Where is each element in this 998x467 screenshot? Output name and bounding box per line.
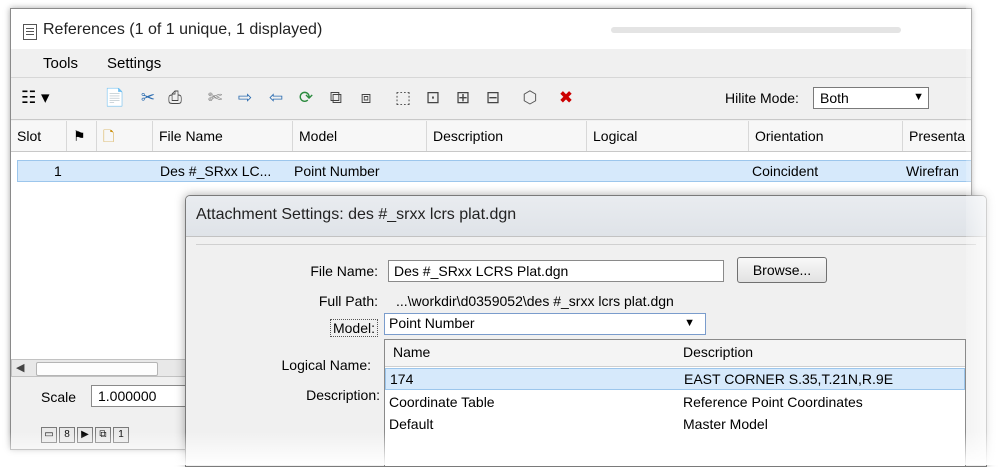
blurred-title-region (611, 27, 901, 33)
cell-slot: 1 (54, 163, 62, 179)
model-select-value: Point Number (389, 315, 475, 331)
grid-header: Slot ⚑ 🗋 File Name Model Description Log… (11, 121, 971, 152)
cell-file-name: Des #_SRxx LC... (160, 163, 272, 179)
clip-front-icon[interactable]: ⊞ (451, 86, 475, 110)
list-item-name: Default (389, 416, 434, 432)
horizontal-scrollbar[interactable]: ◀ (11, 359, 191, 377)
scroll-left-icon[interactable]: ◀ (16, 361, 24, 374)
full-path-label: Full Path: (318, 293, 378, 309)
bottom-fade-overlay (0, 432, 998, 465)
chevron-down-icon: ▼ (684, 317, 695, 329)
clip-boundary-icon[interactable]: ✄ (203, 86, 227, 110)
cell-model: Point Number (294, 163, 380, 179)
column-description[interactable]: Description (427, 121, 587, 151)
scale-reference-icon[interactable]: ⧉ (324, 86, 348, 110)
scrollbar-thumb[interactable] (36, 362, 158, 376)
column-presentation[interactable]: Presenta (903, 121, 971, 151)
mirror-horizontal-icon[interactable]: ⧈ (354, 86, 378, 110)
list-item-description: Reference Point Coordinates (683, 394, 863, 410)
column-file-name[interactable]: File Name (153, 121, 293, 151)
list-item-description: Master Model (683, 416, 768, 432)
list-item-description: EAST CORNER S.35,T.21N,R.9E (684, 371, 894, 387)
hilite-mode-label: Hilite Mode: (725, 90, 799, 106)
model-label: Model: (329, 319, 378, 337)
cell-orientation: Coincident (752, 163, 819, 179)
column-slot[interactable]: Slot (11, 121, 67, 151)
title-bar: References (1 of 1 unique, 1 displayed) (11, 9, 971, 49)
attachment-settings-dialog: Attachment Settings: des #_srxx lcrs pla… (185, 195, 987, 467)
dropdown-header-description: Description (683, 344, 754, 360)
mirror-vertical-icon[interactable]: ⬚ (391, 86, 415, 110)
dialog-title-bar: Attachment Settings: des #_srxx lcrs pla… (186, 196, 986, 237)
clip-back-icon[interactable]: ⊟ (481, 86, 505, 110)
table-row[interactable]: 1 Des #_SRxx LC... Point Number Coincide… (17, 160, 971, 182)
reload-reference-icon[interactable]: ⎙ (163, 86, 187, 110)
delete-clip-icon[interactable]: ✖ (554, 86, 578, 110)
detach-reference-icon[interactable]: ✂ (136, 86, 160, 110)
cell-presentation: Wirefran (906, 163, 959, 179)
list-item[interactable]: Coordinate Table Reference Point Coordin… (385, 392, 965, 414)
file-name-input[interactable]: Des #_SRxx LCRS Plat.dgn (388, 260, 724, 282)
dropdown-header-name: Name (393, 344, 431, 360)
hilite-mode-value: Both (820, 90, 849, 106)
list-item[interactable]: 174 EAST CORNER S.35,T.21N,R.9E (385, 368, 965, 390)
column-flag-icon[interactable]: ⚑ (67, 121, 97, 151)
chevron-down-icon: ▼ (913, 91, 924, 103)
browse-button[interactable]: Browse... (737, 257, 827, 283)
toolbar: ☷ ▾ 📄 ✂ ⎙ ✄ ⇨ ⇦ ⟳ ⧉ ⧈ ⬚ ⊡ ⊞ ⊟ ⬡ ✖ Hilite… (11, 79, 971, 120)
model-select[interactable]: Point Number ▼ (384, 313, 706, 335)
description-label: Description: (306, 387, 380, 403)
copy-reference-icon[interactable]: ⇦ (264, 86, 288, 110)
column-logical[interactable]: Logical (587, 121, 749, 151)
logical-name-label: Logical Name: (281, 357, 372, 373)
menu-settings[interactable]: Settings (107, 55, 161, 72)
list-item-name: 174 (390, 371, 414, 387)
window-title: References (1 of 1 unique, 1 displayed) (43, 21, 323, 38)
menu-tools[interactable]: Tools (43, 55, 78, 72)
column-model[interactable]: Model (293, 121, 427, 151)
merge-into-master-icon[interactable]: ⬡ (518, 86, 542, 110)
file-name-label: File Name: (310, 263, 378, 279)
clip-mask-icon[interactable]: ⊡ (421, 86, 445, 110)
tree-view-dropdown-icon[interactable]: ☷ ▾ (21, 86, 61, 110)
rotate-reference-icon[interactable]: ⟳ (294, 86, 318, 110)
scale-input[interactable]: 1.000000 (91, 385, 187, 407)
scale-label: Scale (41, 389, 77, 405)
list-item-name: Coordinate Table (389, 394, 495, 410)
dialog-title: Attachment Settings: des #_srxx lcrs pla… (196, 206, 517, 223)
attach-reference-icon[interactable]: 📄 (103, 86, 127, 110)
column-orientation[interactable]: Orientation (749, 121, 903, 151)
references-window-icon (23, 24, 37, 40)
right-fade-overlay (966, 0, 998, 465)
column-file-icon[interactable]: 🗋 (97, 121, 153, 151)
dropdown-header: Name Description (385, 340, 965, 367)
menu-bar: Tools Settings (11, 51, 971, 78)
full-path-value: ...\workdir\d0359052\des #_srxx lcrs pla… (396, 293, 674, 309)
move-reference-icon[interactable]: ⇨ (233, 86, 257, 110)
hilite-mode-select[interactable]: Both ▼ (813, 87, 929, 109)
